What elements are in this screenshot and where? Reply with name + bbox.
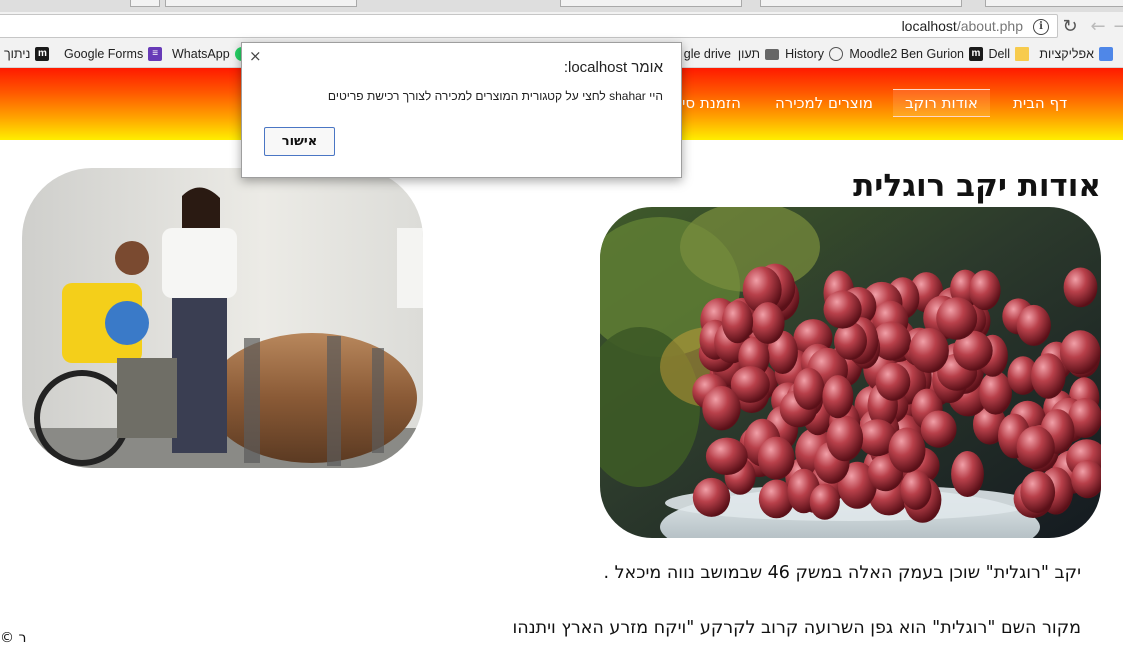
nav-home[interactable]: דף הבית	[1013, 94, 1067, 112]
dialog-title: אומר localhost:	[563, 59, 663, 76]
bookmark-google-forms[interactable]: Google Forms ≡	[64, 46, 163, 62]
bookmark-camera[interactable]: תעון	[738, 46, 779, 62]
nav-orders[interactable]: הזמנת סי	[682, 94, 741, 112]
alert-dialog: × אומר localhost: היי shahar לחצי על קטג…	[241, 42, 682, 178]
bookmark-label: אפליקציות	[1039, 47, 1094, 61]
ok-button[interactable]: אישור	[264, 127, 335, 156]
bookmark-label: Moodle2 Ben Gurion	[849, 47, 964, 61]
bookmark-label: History	[785, 47, 824, 61]
site-info-icon[interactable]: i	[1033, 19, 1049, 35]
bookmark-nitoch[interactable]: ניתוך m	[4, 46, 50, 62]
nav-products[interactable]: מוצרים למכירה	[775, 94, 873, 112]
browser-tab[interactable]	[760, 0, 962, 7]
browser-toolbar: localhost/about.php i ↻ ← →	[0, 12, 1123, 42]
bookmark-label: WhatsApp	[172, 47, 230, 61]
bookmark-dell[interactable]: Dell	[988, 46, 1029, 62]
close-icon[interactable]: ×	[249, 47, 262, 65]
bookmark-label: Google Forms	[64, 47, 144, 61]
address-bar[interactable]: localhost/about.php i	[0, 14, 1058, 38]
grapes-photo	[600, 207, 1101, 538]
browser-tab[interactable]	[560, 0, 742, 7]
browser-tab[interactable]	[165, 0, 357, 7]
forward-arrow-icon[interactable]: →	[1110, 16, 1123, 38]
bookmark-label: ניתוך	[4, 47, 31, 61]
google-forms-icon: ≡	[148, 47, 163, 61]
reload-icon[interactable]: ↻	[1059, 16, 1081, 38]
url-path: /about.php	[956, 18, 1023, 34]
browser-tab[interactable]	[130, 0, 160, 7]
url-text[interactable]: localhost/about.php	[902, 18, 1023, 34]
nav-about[interactable]: אודות רוקב	[893, 89, 990, 117]
browser-tab[interactable]	[985, 0, 1123, 7]
dialog-message: היי shahar לחצי על קטגורית המוצרים למכיר…	[327, 89, 663, 103]
camera-icon	[765, 48, 779, 60]
footer-copyright: © ר	[0, 630, 27, 646]
moodle-icon: m	[969, 47, 983, 61]
page-title: אודות יקב רוגלית	[853, 168, 1101, 204]
about-paragraph-1: יקב "רוגלית" שוכן בעמק האלה במשק 46 שבמו…	[603, 563, 1081, 583]
bookmark-moodle2[interactable]: Moodle2 Ben Gurion m	[849, 46, 983, 62]
bookmark-whatsapp[interactable]: WhatsApp	[172, 46, 249, 62]
apps-grid-icon	[1099, 47, 1113, 61]
url-host: localhost	[901, 18, 957, 34]
bookmark-label: gle drive	[683, 47, 731, 61]
bookmark-history[interactable]: History	[785, 46, 843, 62]
moodle-icon: m	[35, 47, 50, 61]
history-icon	[829, 47, 843, 61]
owners-photo	[22, 168, 423, 468]
bookmark-google-drive[interactable]: gle drive	[684, 46, 731, 62]
back-arrow-icon[interactable]: ←	[1087, 16, 1109, 38]
bookmark-apps[interactable]: אפליקציות	[1039, 46, 1113, 62]
bookmark-label: Dell	[988, 47, 1010, 61]
folder-icon	[1015, 47, 1029, 61]
about-paragraph-2: מקור השם "רוגלית" הוא גפן השרועה קרוב לק…	[512, 618, 1081, 638]
bookmark-label: תעון	[737, 47, 760, 61]
